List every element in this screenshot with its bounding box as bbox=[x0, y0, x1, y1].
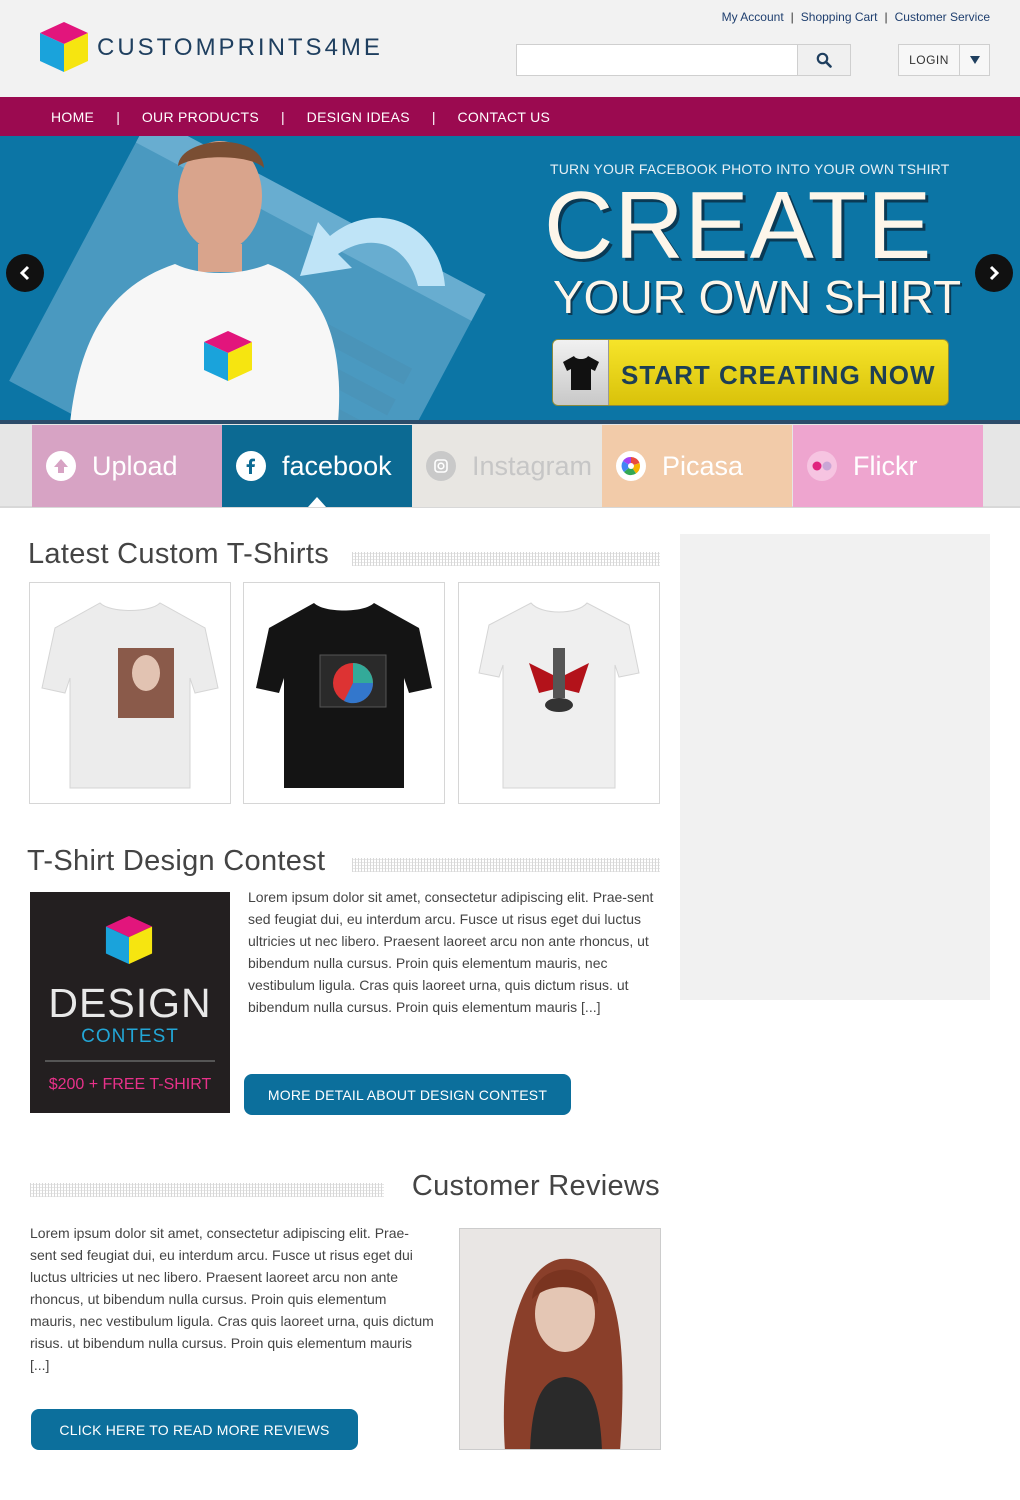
login-dropdown-button[interactable] bbox=[959, 44, 990, 76]
logo-cube-icon[interactable] bbox=[38, 20, 90, 74]
tab-instagram[interactable]: Instagram bbox=[412, 425, 602, 507]
design-contest-heading: T-Shirt Design Contest bbox=[27, 845, 326, 877]
white-tshirt-photo-image bbox=[41, 602, 219, 789]
womens-tshirt-photo-image bbox=[478, 602, 640, 789]
tab-flickr[interactable]: Flickr bbox=[793, 425, 983, 507]
chevron-right-icon bbox=[989, 265, 1000, 281]
tshirt-icon bbox=[562, 355, 599, 390]
chevron-left-icon bbox=[19, 265, 30, 281]
contest-badge-contest: CONTEST bbox=[81, 1026, 179, 1047]
nav-our-products[interactable]: OUR PRODUCTS bbox=[142, 109, 259, 125]
customer-reviews-heading: Customer Reviews bbox=[411, 1170, 660, 1202]
latest-tshirts-heading: Latest Custom T-Shirts bbox=[28, 538, 330, 570]
separator: | bbox=[790, 10, 794, 24]
flickr-icon bbox=[807, 451, 837, 481]
customer-service-link[interactable]: Customer Service bbox=[895, 10, 990, 24]
heading-divider bbox=[352, 552, 660, 566]
top-links: My Account | Shopping Cart | Customer Servic… bbox=[722, 10, 990, 24]
nav-contact-us[interactable]: CONTACT US bbox=[457, 109, 550, 125]
contest-badge-prize: $200 + FREE T-SHIRT bbox=[48, 1076, 212, 1093]
brand-logo-text[interactable]: CUSTOMPRINTS4ME bbox=[97, 34, 383, 62]
tab-picasa[interactable]: Picasa bbox=[602, 425, 792, 507]
search-input[interactable] bbox=[516, 44, 798, 76]
tab-instagram-label: Instagram bbox=[472, 450, 593, 481]
main-nav: HOME | OUR PRODUCTS | DESIGN IDEAS | CON… bbox=[0, 97, 1020, 136]
contest-badge-divider bbox=[45, 1060, 215, 1062]
search-button[interactable] bbox=[797, 44, 851, 76]
contest-badge-design: DESIGN bbox=[48, 980, 212, 1026]
nav-separator: | bbox=[431, 108, 436, 125]
tab-picasa-label: Picasa bbox=[662, 450, 744, 481]
picasa-icon bbox=[616, 451, 646, 481]
shopping-cart-link[interactable]: Shopping Cart bbox=[801, 10, 878, 24]
hero-title: CREATE bbox=[544, 172, 933, 279]
cta-icon-box bbox=[553, 340, 609, 405]
nav-home[interactable]: HOME bbox=[51, 109, 94, 125]
tab-upload-label: Upload bbox=[92, 450, 178, 481]
nav-design-ideas[interactable]: DESIGN IDEAS bbox=[307, 109, 410, 125]
active-tab-pointer-icon bbox=[308, 497, 326, 507]
search-icon bbox=[816, 52, 832, 68]
nav-separator: | bbox=[281, 108, 285, 125]
read-more-reviews-button[interactable]: CLICK HERE TO READ MORE REVIEWS bbox=[31, 1409, 358, 1450]
instagram-icon bbox=[426, 451, 456, 481]
login-button[interactable]: LOGIN bbox=[898, 44, 960, 76]
facebook-icon bbox=[236, 451, 266, 481]
caret-down-icon bbox=[969, 56, 980, 64]
start-creating-button[interactable]: START CREATING NOW bbox=[552, 339, 949, 406]
tab-facebook-label: facebook bbox=[282, 450, 392, 481]
upload-icon bbox=[46, 451, 76, 481]
hero-next-button[interactable] bbox=[975, 254, 1013, 292]
tshirt-card[interactable] bbox=[243, 582, 445, 804]
nav-separator: | bbox=[116, 108, 120, 125]
my-account-link[interactable]: My Account bbox=[722, 10, 784, 24]
separator: | bbox=[884, 10, 888, 24]
tshirt-card[interactable] bbox=[458, 582, 660, 804]
sidebar-ad-placeholder bbox=[680, 534, 990, 1000]
cta-label: START CREATING NOW bbox=[621, 360, 936, 390]
tab-upload[interactable]: Upload bbox=[32, 425, 222, 507]
black-tshirt-photo-image bbox=[256, 603, 432, 788]
design-contest-badge[interactable]: DESIGN CONTEST $200 + FREE T-SHIRT bbox=[30, 892, 230, 1113]
reviews-description: Lorem ipsum dolor sit amet, consectetur … bbox=[30, 1225, 434, 1373]
reviewer-photo-image bbox=[460, 1229, 660, 1449]
contest-description: Lorem ipsum dolor sit amet, consectetur … bbox=[248, 889, 654, 1015]
tshirt-card[interactable] bbox=[29, 582, 231, 804]
reviewer-photo bbox=[459, 1228, 661, 1450]
hero-prev-button[interactable] bbox=[6, 254, 44, 292]
hero-title-secondary: YOUR OWN SHIRT bbox=[553, 271, 962, 323]
heading-divider bbox=[30, 1183, 384, 1197]
heading-divider bbox=[352, 858, 660, 872]
tab-flickr-label: Flickr bbox=[853, 450, 918, 481]
contest-detail-button[interactable]: MORE DETAIL ABOUT DESIGN CONTEST bbox=[244, 1074, 571, 1115]
logo-cube-icon bbox=[105, 915, 153, 965]
